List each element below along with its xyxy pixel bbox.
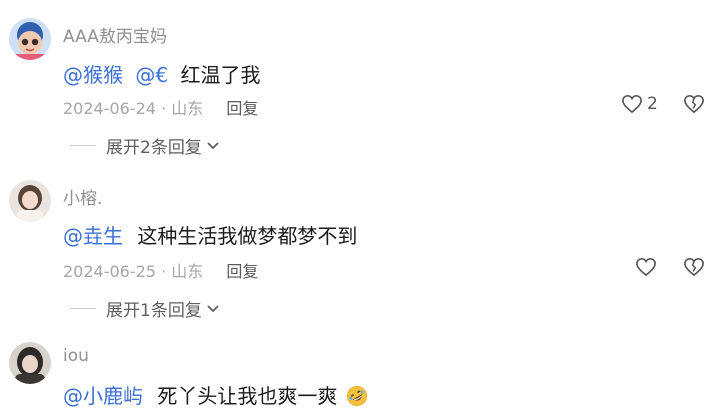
meta-separator: · — [161, 262, 167, 281]
username[interactable]: iou — [63, 346, 89, 366]
mention-link[interactable]: @猴猴 — [63, 63, 123, 87]
reply-button[interactable]: 回复 — [226, 99, 258, 118]
broken-heart-icon — [684, 94, 704, 114]
expand-replies-label: 展开1条回复 — [106, 301, 202, 321]
comment-date: 2024-06-24 — [63, 99, 156, 118]
comment-text: @垚生 这种生活我做梦都梦不到 — [63, 220, 357, 249]
like-count: 2 — [647, 94, 658, 114]
broken-heart-icon — [684, 257, 704, 277]
comment-meta: 2024-06-25 · 山东 回复 — [63, 258, 258, 282]
comment-body: 死丫头让我也爽一爽 — [157, 384, 338, 408]
divider — [70, 308, 96, 309]
divider — [70, 145, 96, 146]
avatar[interactable] — [9, 342, 51, 384]
heart-icon — [622, 94, 642, 114]
mention-link[interactable]: @€ — [135, 63, 168, 87]
rolling-on-floor-laughing-emoji — [346, 386, 367, 406]
comment-meta: 2024-06-24 · 山东 回复 — [63, 95, 258, 119]
mention-link[interactable]: @小鹿屿 — [63, 384, 143, 408]
like-button[interactable] — [635, 257, 661, 277]
comment-body: 这种生活我做梦都梦不到 — [137, 224, 358, 248]
comment-location: 山东 — [171, 99, 204, 118]
dislike-button[interactable] — [683, 257, 705, 281]
comment-date: 2024-06-25 — [63, 262, 156, 281]
expand-replies-button[interactable]: 展开1条回复 — [70, 296, 220, 321]
expand-replies-label: 展开2条回复 — [106, 138, 202, 158]
avatar[interactable] — [9, 180, 51, 222]
username[interactable]: 小榕. — [63, 184, 102, 209]
expand-replies-button[interactable]: 展开2条回复 — [70, 133, 220, 158]
avatar[interactable] — [9, 18, 51, 60]
dislike-button[interactable] — [683, 94, 705, 118]
chevron-down-icon — [207, 304, 219, 312]
meta-separator: · — [161, 99, 167, 118]
username[interactable]: AAA敖丙宝妈 — [63, 22, 167, 47]
comment-location: 山东 — [171, 262, 204, 281]
like-button[interactable]: 2 — [621, 94, 658, 114]
chevron-down-icon — [207, 141, 219, 149]
comment-body: 红温了我 — [180, 63, 261, 87]
comment-text: @猴猴 @€ 红温了我 — [63, 59, 260, 88]
reply-button[interactable]: 回复 — [226, 262, 258, 281]
mention-link[interactable]: @垚生 — [63, 224, 123, 248]
heart-icon — [636, 257, 656, 277]
